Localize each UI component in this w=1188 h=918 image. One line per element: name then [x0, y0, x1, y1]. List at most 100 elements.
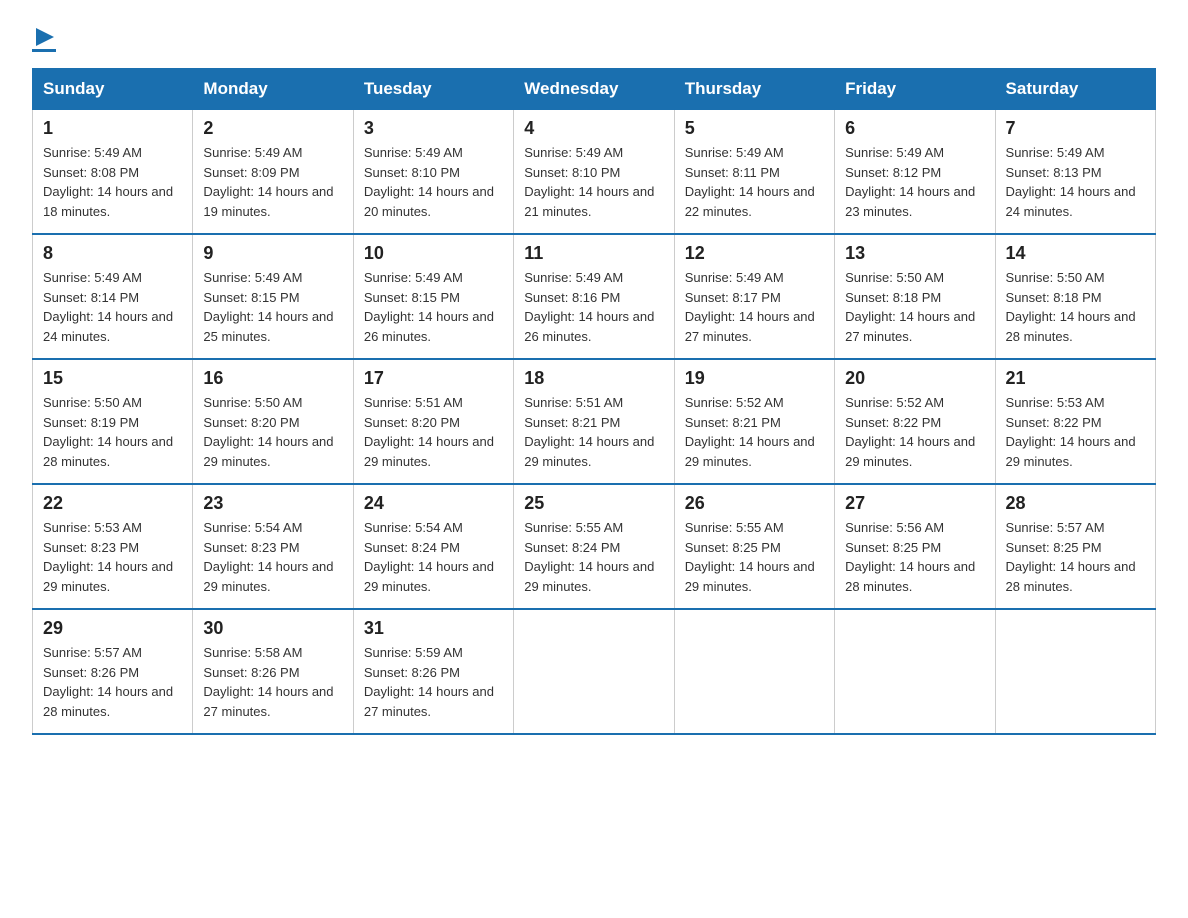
day-number: 30: [203, 618, 342, 639]
calendar-day-22: 22 Sunrise: 5:53 AMSunset: 8:23 PMDayligh…: [33, 484, 193, 609]
day-number: 13: [845, 243, 984, 264]
day-number: 7: [1006, 118, 1145, 139]
calendar-day-8: 8 Sunrise: 5:49 AMSunset: 8:14 PMDaylight…: [33, 234, 193, 359]
day-number: 17: [364, 368, 503, 389]
day-info: Sunrise: 5:49 AMSunset: 8:08 PMDaylight:…: [43, 143, 182, 221]
calendar-week-4: 22 Sunrise: 5:53 AMSunset: 8:23 PMDayligh…: [33, 484, 1156, 609]
empty-cell: [514, 609, 674, 734]
day-number: 9: [203, 243, 342, 264]
day-info: Sunrise: 5:52 AMSunset: 8:22 PMDaylight:…: [845, 393, 984, 471]
day-number: 14: [1006, 243, 1145, 264]
day-number: 6: [845, 118, 984, 139]
day-info: Sunrise: 5:49 AMSunset: 8:13 PMDaylight:…: [1006, 143, 1145, 221]
day-info: Sunrise: 5:49 AMSunset: 8:15 PMDaylight:…: [364, 268, 503, 346]
calendar-day-15: 15 Sunrise: 5:50 AMSunset: 8:19 PMDayligh…: [33, 359, 193, 484]
calendar-week-3: 15 Sunrise: 5:50 AMSunset: 8:19 PMDayligh…: [33, 359, 1156, 484]
calendar-day-19: 19 Sunrise: 5:52 AMSunset: 8:21 PMDayligh…: [674, 359, 834, 484]
calendar-day-12: 12Sunrise: 5:49 AMSunset: 8:17 PMDayligh…: [674, 234, 834, 359]
day-number: 12: [685, 243, 824, 264]
day-number: 11: [524, 243, 663, 264]
calendar-day-24: 24 Sunrise: 5:54 AMSunset: 8:24 PMDayligh…: [353, 484, 513, 609]
weekday-header-sunday: Sunday: [33, 69, 193, 110]
calendar-table: SundayMondayTuesdayWednesdayThursdayFrid…: [32, 68, 1156, 735]
day-info: Sunrise: 5:49 AMSunset: 8:15 PMDaylight:…: [203, 268, 342, 346]
day-number: 8: [43, 243, 182, 264]
day-number: 2: [203, 118, 342, 139]
day-info: Sunrise: 5:50 AMSunset: 8:18 PMDaylight:…: [845, 268, 984, 346]
calendar-day-30: 30 Sunrise: 5:58 AMSunset: 8:26 PMDayligh…: [193, 609, 353, 734]
day-number: 25: [524, 493, 663, 514]
day-info: Sunrise: 5:57 AMSunset: 8:26 PMDaylight:…: [43, 643, 182, 721]
day-number: 19: [685, 368, 824, 389]
calendar-day-31: 31 Sunrise: 5:59 AMSunset: 8:26 PMDayligh…: [353, 609, 513, 734]
day-info: Sunrise: 5:53 AMSunset: 8:22 PMDaylight:…: [1006, 393, 1145, 471]
day-number: 31: [364, 618, 503, 639]
day-info: Sunrise: 5:58 AMSunset: 8:26 PMDaylight:…: [203, 643, 342, 721]
calendar-day-25: 25 Sunrise: 5:55 AMSunset: 8:24 PMDayligh…: [514, 484, 674, 609]
day-info: Sunrise: 5:52 AMSunset: 8:21 PMDaylight:…: [685, 393, 824, 471]
day-number: 21: [1006, 368, 1145, 389]
day-info: Sunrise: 5:49 AMSunset: 8:10 PMDaylight:…: [524, 143, 663, 221]
empty-cell: [835, 609, 995, 734]
calendar-day-3: 3 Sunrise: 5:49 AMSunset: 8:10 PMDaylight…: [353, 110, 513, 235]
calendar-day-27: 27Sunrise: 5:56 AMSunset: 8:25 PMDayligh…: [835, 484, 995, 609]
logo-arrow-icon: [34, 26, 56, 48]
calendar-day-2: 2 Sunrise: 5:49 AMSunset: 8:09 PMDaylight…: [193, 110, 353, 235]
day-number: 15: [43, 368, 182, 389]
page-header: [32, 24, 1156, 52]
day-number: 27: [845, 493, 984, 514]
day-number: 29: [43, 618, 182, 639]
day-info: Sunrise: 5:51 AMSunset: 8:20 PMDaylight:…: [364, 393, 503, 471]
day-number: 4: [524, 118, 663, 139]
day-info: Sunrise: 5:55 AMSunset: 8:25 PMDaylight:…: [685, 518, 824, 596]
weekday-header-saturday: Saturday: [995, 69, 1155, 110]
day-number: 18: [524, 368, 663, 389]
day-number: 1: [43, 118, 182, 139]
day-number: 5: [685, 118, 824, 139]
day-number: 22: [43, 493, 182, 514]
calendar-day-1: 1 Sunrise: 5:49 AMSunset: 8:08 PMDaylight…: [33, 110, 193, 235]
calendar-day-14: 14 Sunrise: 5:50 AMSunset: 8:18 PMDayligh…: [995, 234, 1155, 359]
calendar-day-23: 23Sunrise: 5:54 AMSunset: 8:23 PMDayligh…: [193, 484, 353, 609]
calendar-day-5: 5 Sunrise: 5:49 AMSunset: 8:11 PMDaylight…: [674, 110, 834, 235]
weekday-header-monday: Monday: [193, 69, 353, 110]
day-info: Sunrise: 5:49 AMSunset: 8:14 PMDaylight:…: [43, 268, 182, 346]
calendar-week-2: 8 Sunrise: 5:49 AMSunset: 8:14 PMDaylight…: [33, 234, 1156, 359]
calendar-day-29: 29 Sunrise: 5:57 AMSunset: 8:26 PMDayligh…: [33, 609, 193, 734]
day-info: Sunrise: 5:50 AMSunset: 8:19 PMDaylight:…: [43, 393, 182, 471]
day-number: 24: [364, 493, 503, 514]
day-info: Sunrise: 5:55 AMSunset: 8:24 PMDaylight:…: [524, 518, 663, 596]
day-number: 16: [203, 368, 342, 389]
calendar-day-26: 26 Sunrise: 5:55 AMSunset: 8:25 PMDayligh…: [674, 484, 834, 609]
day-info: Sunrise: 5:53 AMSunset: 8:23 PMDaylight:…: [43, 518, 182, 596]
weekday-header-tuesday: Tuesday: [353, 69, 513, 110]
day-info: Sunrise: 5:50 AMSunset: 8:20 PMDaylight:…: [203, 393, 342, 471]
day-info: Sunrise: 5:54 AMSunset: 8:23 PMDaylight:…: [203, 518, 342, 596]
weekday-header-friday: Friday: [835, 69, 995, 110]
day-info: Sunrise: 5:51 AMSunset: 8:21 PMDaylight:…: [524, 393, 663, 471]
day-info: Sunrise: 5:49 AMSunset: 8:16 PMDaylight:…: [524, 268, 663, 346]
calendar-day-20: 20 Sunrise: 5:52 AMSunset: 8:22 PMDayligh…: [835, 359, 995, 484]
day-info: Sunrise: 5:50 AMSunset: 8:18 PMDaylight:…: [1006, 268, 1145, 346]
day-info: Sunrise: 5:49 AMSunset: 8:09 PMDaylight:…: [203, 143, 342, 221]
day-number: 20: [845, 368, 984, 389]
weekday-header-thursday: Thursday: [674, 69, 834, 110]
calendar-day-11: 11 Sunrise: 5:49 AMSunset: 8:16 PMDayligh…: [514, 234, 674, 359]
calendar-week-1: 1 Sunrise: 5:49 AMSunset: 8:08 PMDaylight…: [33, 110, 1156, 235]
weekday-header-wednesday: Wednesday: [514, 69, 674, 110]
empty-cell: [674, 609, 834, 734]
calendar-day-6: 6Sunrise: 5:49 AMSunset: 8:12 PMDaylight…: [835, 110, 995, 235]
weekday-header-row: SundayMondayTuesdayWednesdayThursdayFrid…: [33, 69, 1156, 110]
calendar-day-17: 17 Sunrise: 5:51 AMSunset: 8:20 PMDayligh…: [353, 359, 513, 484]
day-info: Sunrise: 5:49 AMSunset: 8:10 PMDaylight:…: [364, 143, 503, 221]
day-info: Sunrise: 5:54 AMSunset: 8:24 PMDaylight:…: [364, 518, 503, 596]
logo-underline: [32, 49, 56, 52]
empty-cell: [995, 609, 1155, 734]
day-number: 26: [685, 493, 824, 514]
day-number: 3: [364, 118, 503, 139]
calendar-week-5: 29 Sunrise: 5:57 AMSunset: 8:26 PMDayligh…: [33, 609, 1156, 734]
day-info: Sunrise: 5:49 AMSunset: 8:11 PMDaylight:…: [685, 143, 824, 221]
day-number: 28: [1006, 493, 1145, 514]
day-info: Sunrise: 5:57 AMSunset: 8:25 PMDaylight:…: [1006, 518, 1145, 596]
day-info: Sunrise: 5:59 AMSunset: 8:26 PMDaylight:…: [364, 643, 503, 721]
